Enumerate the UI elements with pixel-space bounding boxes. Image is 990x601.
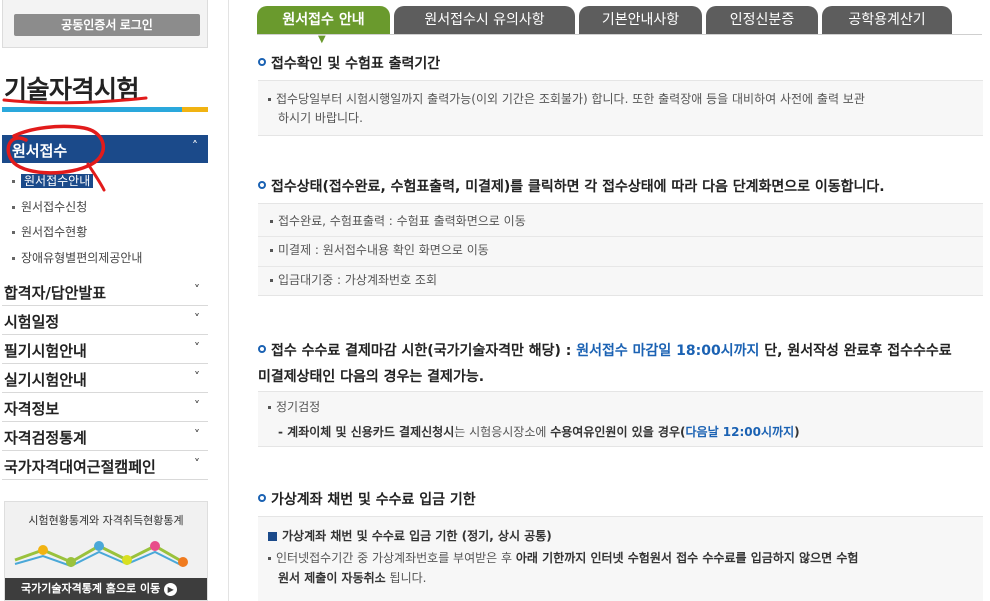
info-line: - 계좌이체 및 신용카드 결제신청시는 시험응시장소에 수용여유인원이 있을 … [278, 425, 800, 439]
info-line: 미결제 : 원서접수내용 확인 화면으로 이동 [258, 237, 983, 267]
info-line: 접수완료, 수험표출력 : 수험표 출력화면으로 이동 [258, 208, 983, 237]
menu-item-label: 원서접수 [12, 142, 68, 160]
stats-banner[interactable]: 시험현황통계와 자격취득현황통계 국가기술자격통계 홈으로 이동 ▶ [4, 501, 208, 601]
tab-basic-info[interactable]: 기본안내사항 [579, 6, 702, 34]
submenu-item-status[interactable]: 원서접수현황 [12, 223, 87, 240]
menu-item-label: 실기시험안내 [4, 371, 87, 389]
submenu-item-guide[interactable]: 원서접수안내 [12, 172, 94, 189]
menu-item-schedule[interactable]: 시험일정 ˅ [2, 306, 208, 335]
menu-item-label: 국가자격대여근절캠페인 [4, 458, 156, 476]
submenu-label: 원서접수안내 [21, 174, 94, 188]
menu-item-results[interactable]: 합격자/답안발표 ˅ [2, 277, 208, 306]
title-underline [2, 107, 208, 112]
square-bullet-icon [268, 532, 277, 541]
info-line: 인터넷접수기간 중 가상계좌번호를 부여받은 후 아래 기한까지 인터넷 수험원… [268, 548, 858, 568]
chevron-down-icon: ˅ [194, 399, 200, 413]
chevron-down-icon: ˅ [194, 312, 200, 326]
tab-application-notes[interactable]: 원서접수시 유의사항 [394, 6, 575, 34]
section-box: 정기검정 - 계좌이체 및 신용카드 결제신청시는 시험응시장소에 수용여유인원… [258, 391, 983, 447]
info-line: 원서 제출이 자동취소 됩니다. [278, 571, 427, 585]
submenu-label: 장애유형별편의제공안내 [21, 251, 143, 265]
tabs-baseline [257, 34, 982, 35]
menu-item-label: 자격검정통계 [4, 429, 87, 447]
bullet-circle-icon [258, 58, 266, 66]
menu-item-label: 시험일정 [4, 313, 60, 331]
section-title: 가상계좌 채번 및 수수료 입금 기한 [258, 489, 476, 509]
chevron-down-icon: ▼ [318, 34, 326, 45]
bullet-circle-icon [258, 345, 266, 353]
info-subtitle: 가상계좌 채번 및 수수료 입금 기한 (정기, 상시 공통) [268, 526, 552, 546]
section-title: 접수확인 및 수험표 출력기간 [258, 53, 440, 73]
stats-link-label: 국가기술자격통계 홈으로 이동 [21, 582, 161, 595]
menu-item-label: 자격정보 [4, 400, 60, 418]
section-title-text: 접수확인 및 수험표 출력기간 [271, 56, 441, 72]
section-box: 가상계좌 채번 및 수수료 입금 기한 (정기, 상시 공통) 인터넷접수기간 … [258, 516, 983, 601]
stats-home-link[interactable]: 국가기술자격통계 홈으로 이동 ▶ [5, 578, 207, 600]
tab-application-guide[interactable]: 원서접수 안내 [257, 6, 390, 34]
menu-item-qualification-info[interactable]: 자격정보 ˅ [2, 393, 208, 422]
info-line: 입금대기중 : 가상계좌번호 조회 [258, 267, 983, 295]
section-title: 접수상태(접수완료, 수험표출력, 미결제)를 클릭하면 각 접수상태에 따라 … [258, 176, 885, 196]
stats-graph-icon [14, 541, 188, 568]
section-box: 접수당일부터 시험시행일까지 출력가능(이외 기간은 조회불가) 합니다. 또한… [258, 80, 983, 136]
chevron-down-icon: ˅ [194, 370, 200, 384]
menu-item-application[interactable]: 원서접수 ˄ [2, 135, 208, 163]
chevron-up-icon: ˄ [192, 139, 198, 153]
cert-login-button[interactable]: 공동인증서 로그인 [14, 14, 200, 36]
submenu-label: 원서접수신청 [21, 200, 88, 214]
section-box: 접수완료, 수험표출력 : 수험표 출력화면으로 이동 미결제 : 원서접수내용… [258, 203, 983, 296]
submenu-label: 원서접수현황 [21, 225, 88, 239]
tab-id-card[interactable]: 인정신분증 [706, 6, 818, 34]
chevron-down-icon: ˅ [194, 283, 200, 297]
menu-item-statistics[interactable]: 자격검정통계 ˅ [2, 422, 208, 451]
sidebar: 공동인증서 로그인 기술자격시험 원서접수 ˄ 원서접수안내 원서접수신청 원서… [0, 0, 212, 601]
chevron-down-icon: ˅ [194, 428, 200, 442]
info-line: 접수당일부터 시험시행일까지 출력가능(이외 기간은 조회불가) 합니다. 또한… [268, 89, 865, 109]
menu-item-label: 필기시험안내 [4, 342, 87, 360]
arrow-right-icon: ▶ [164, 582, 178, 596]
bullet-circle-icon [258, 494, 266, 502]
section-title: 접수 수수료 결제마감 시한(국가기술자격만 해당) : 원서접수 마감일 18… [258, 343, 952, 385]
menu-item-written-exam[interactable]: 필기시험안내 ˅ [2, 335, 208, 364]
submenu-item-accessibility[interactable]: 장애유형별편의제공안내 [12, 249, 142, 266]
content-divider [228, 0, 229, 601]
cert-login-box: 공동인증서 로그인 [2, 0, 208, 48]
info-line: 하시기 바랍니다. [278, 111, 363, 125]
menu-item-campaign[interactable]: 국가자격대여근절캠페인 ˅ [2, 451, 208, 480]
tab-calculator[interactable]: 공학용계산기 [822, 6, 952, 34]
stats-caption: 시험현황통계와 자격취득현황통계 [28, 514, 184, 527]
menu-item-practical-exam[interactable]: 실기시험안내 ˅ [2, 364, 208, 393]
bullet-circle-icon [258, 181, 266, 189]
section-title-text: 가상계좌 채번 및 수수료 입금 기한 [271, 492, 476, 508]
chevron-down-icon: ˅ [194, 457, 200, 471]
submenu-item-apply[interactable]: 원서접수신청 [12, 198, 87, 215]
chevron-down-icon: ˅ [194, 341, 200, 355]
sidebar-title: 기술자격시험 [4, 75, 140, 104]
section-title-text: 접수상태(접수완료, 수험표출력, 미결제)를 클릭하면 각 접수상태에 따라 … [271, 179, 885, 195]
info-line: 정기검정 [268, 397, 320, 417]
menu-item-label: 합격자/답안발표 [4, 284, 107, 302]
